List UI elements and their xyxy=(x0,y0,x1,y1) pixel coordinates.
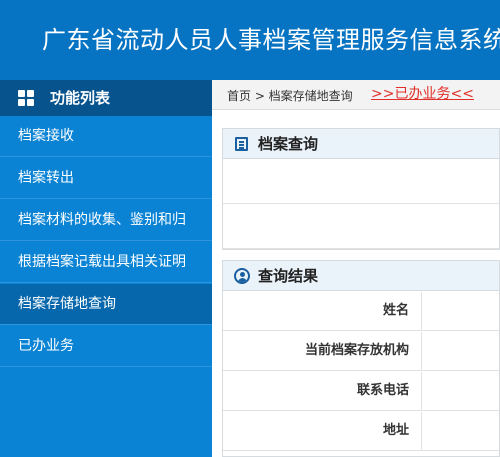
sidebar-item-label: 档案材料的收集、鉴别和归 xyxy=(18,212,186,228)
sidebar-item-material-collection[interactable]: 档案材料的收集、鉴别和归 xyxy=(0,200,212,241)
sidebar-item-label: 已办业务 xyxy=(18,338,74,354)
result-label-phone: 联系电话 xyxy=(223,372,422,410)
grid-menu-icon xyxy=(18,90,34,106)
table-row: 联系电话 xyxy=(223,372,499,411)
sidebar-item-storage-query[interactable]: 档案存储地查询 xyxy=(0,284,212,325)
sidebar: 功能列表 档案接收 档案转出 档案材料的收集、鉴别和归 根据档案记载出具相关证明… xyxy=(0,80,212,457)
result-label-name: 姓名 xyxy=(223,292,422,330)
sidebar-item-label: 档案接收 xyxy=(18,128,74,144)
result-panel-header: 查询结果 xyxy=(223,261,499,291)
completed-business-link[interactable]: >>已办业务<< xyxy=(371,84,474,104)
result-panel-title: 查询结果 xyxy=(258,267,319,285)
sidebar-item-label: 根据档案记载出具相关证明 xyxy=(18,254,186,270)
sidebar-heading-label: 功能列表 xyxy=(50,89,111,107)
query-panel-title: 档案查询 xyxy=(258,135,319,153)
person-icon xyxy=(234,268,250,284)
table-row: 地址 xyxy=(223,412,499,451)
query-panel: 档案查询 xyxy=(222,128,500,250)
sidebar-item-archive-receive[interactable]: 档案接收 xyxy=(0,116,212,157)
table-row: 当前档案存放机构 xyxy=(223,332,499,371)
sidebar-item-completed-business[interactable]: 已办业务 xyxy=(0,326,212,367)
result-label-address: 地址 xyxy=(223,412,422,450)
breadcrumb: 首页 > 档案存储地查询 >>已办业务<< xyxy=(212,80,500,110)
query-panel-header: 档案查询 xyxy=(223,129,499,159)
query-form-row xyxy=(223,205,499,249)
app-title: 广东省流动人员人事档案管理服务信息系统 xyxy=(42,26,500,54)
sidebar-item-certificate[interactable]: 根据档案记载出具相关证明 xyxy=(0,242,212,283)
result-label-institution: 当前档案存放机构 xyxy=(223,332,422,370)
sidebar-item-label: 档案转出 xyxy=(18,170,74,186)
app-header: 广东省流动人员人事档案管理服务信息系统 xyxy=(0,0,500,80)
sidebar-heading: 功能列表 xyxy=(0,80,212,116)
sidebar-item-label: 档案存储地查询 xyxy=(18,296,116,312)
main-content: 首页 > 档案存储地查询 >>已办业务<< 档案查询 查询结果 姓名 当前档案存… xyxy=(212,80,500,457)
result-panel: 查询结果 姓名 当前档案存放机构 联系电话 地址 xyxy=(222,260,500,457)
breadcrumb-text: 首页 > 档案存储地查询 xyxy=(227,89,353,103)
sidebar-item-archive-transfer[interactable]: 档案转出 xyxy=(0,158,212,199)
document-icon xyxy=(235,137,248,151)
table-row: 姓名 xyxy=(223,292,499,331)
query-form-row xyxy=(223,160,499,204)
